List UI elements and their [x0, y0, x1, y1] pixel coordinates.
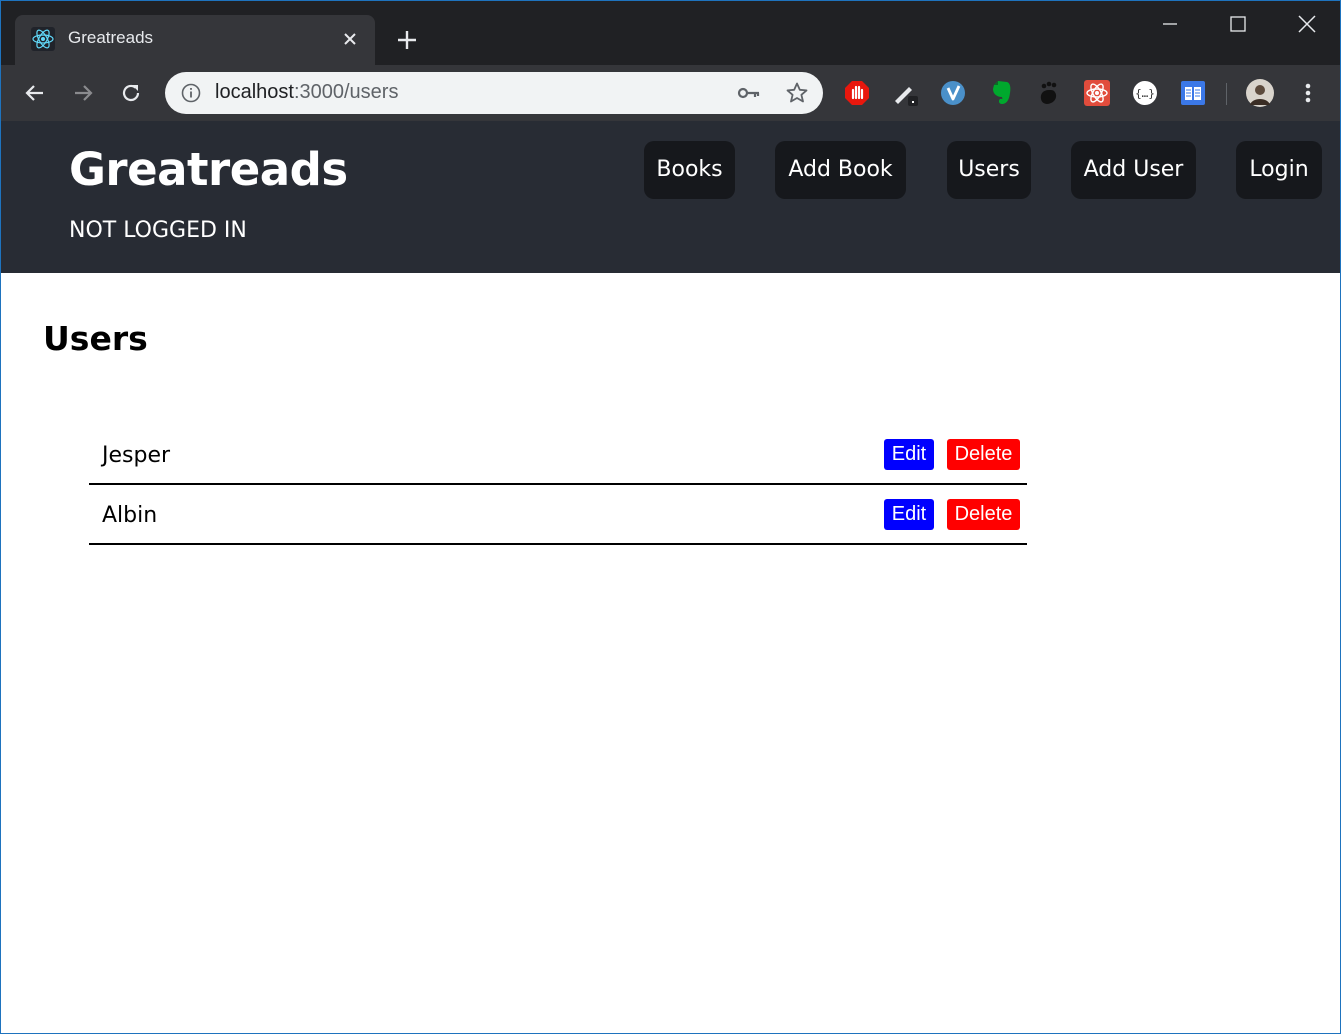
- gnome-icon[interactable]: [1035, 79, 1063, 107]
- login-status: NOT LOGGED IN: [69, 218, 247, 243]
- evernote-icon[interactable]: [987, 79, 1015, 107]
- pen-icon[interactable]: [891, 79, 919, 107]
- reload-icon[interactable]: [117, 79, 145, 107]
- browser-toolbar: localhost:3000/users {…}: [1, 65, 1340, 121]
- reader-icon[interactable]: [1179, 79, 1207, 107]
- info-icon[interactable]: [181, 83, 201, 103]
- toolbar-separator: [1226, 83, 1227, 105]
- avatar[interactable]: [1246, 79, 1274, 107]
- react-devtools-icon[interactable]: [1083, 79, 1111, 107]
- close-icon[interactable]: [339, 28, 361, 50]
- minimize-icon[interactable]: [1155, 9, 1185, 39]
- list-item: Jesper Edit Delete: [89, 425, 1027, 485]
- nav-users[interactable]: Users: [947, 141, 1031, 199]
- list-item: Albin Edit Delete: [89, 485, 1027, 545]
- url-host: localhost: [215, 81, 294, 103]
- window-close-icon[interactable]: [1292, 9, 1322, 39]
- brand-title: Greatreads: [69, 143, 348, 196]
- star-icon[interactable]: [785, 81, 809, 105]
- svg-text:{…}: {…}: [1135, 87, 1155, 100]
- nav-add-user[interactable]: Add User: [1071, 141, 1196, 199]
- edit-button[interactable]: Edit: [884, 439, 934, 470]
- delete-button[interactable]: Delete: [947, 499, 1020, 530]
- url-path: :3000/users: [293, 81, 399, 103]
- maximize-icon[interactable]: [1223, 9, 1253, 39]
- json-viewer-icon[interactable]: {…}: [1131, 79, 1159, 107]
- back-arrow-icon[interactable]: [21, 79, 49, 107]
- adblock-icon[interactable]: [843, 79, 871, 107]
- key-icon[interactable]: [737, 83, 761, 103]
- user-name: Albin: [102, 503, 158, 528]
- tab-greatreads[interactable]: Greatreads: [15, 15, 375, 65]
- page-title: Users: [43, 319, 148, 358]
- kebab-menu-icon[interactable]: [1294, 79, 1322, 107]
- forward-arrow-icon: [75, 85, 93, 101]
- nav-login[interactable]: Login: [1236, 141, 1322, 199]
- plus-icon[interactable]: [393, 26, 421, 54]
- edit-button[interactable]: Edit: [884, 499, 934, 530]
- tab-strip: Greatreads: [1, 1, 1340, 65]
- nav-books[interactable]: Books: [644, 141, 735, 199]
- tab-title: Greatreads: [68, 28, 154, 47]
- delete-button[interactable]: Delete: [947, 439, 1020, 470]
- url-text[interactable]: localhost:3000/users: [215, 81, 398, 104]
- user-name: Jesper: [102, 443, 171, 468]
- app-header: Greatreads NOT LOGGED IN Books Add Book …: [1, 121, 1340, 273]
- user-list: Jesper Edit Delete Albin Edit Delete: [89, 425, 1027, 545]
- address-bar[interactable]: localhost:3000/users: [165, 72, 823, 114]
- browser-window: Greatreads localhost:3000/users {…} Grea…: [0, 0, 1341, 1034]
- nav-add-book[interactable]: Add Book: [775, 141, 906, 199]
- vimium-icon[interactable]: [939, 79, 967, 107]
- react-icon: [31, 27, 55, 51]
